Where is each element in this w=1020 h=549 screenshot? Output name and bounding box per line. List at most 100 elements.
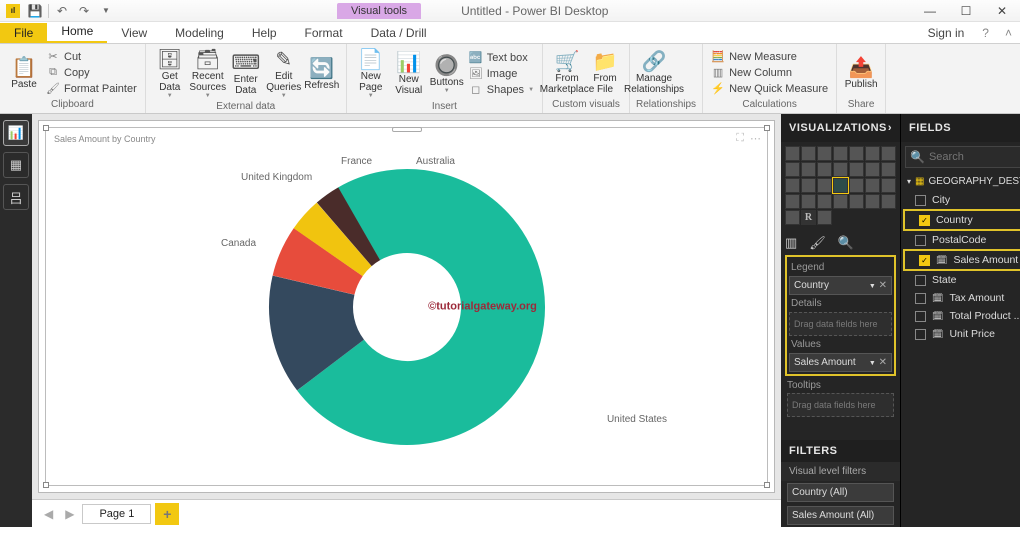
fields-header[interactable]: FIELDS› (901, 114, 1020, 142)
ribbon-group-relationships: 🔗ManageRelationships Relationships (630, 44, 703, 113)
chevron-right-icon[interactable]: › (888, 122, 892, 134)
undo-icon[interactable]: ↶ (51, 1, 73, 21)
filter-sales-amount[interactable]: Sales Amount (All) (787, 506, 894, 525)
slice-label-ca: Canada (221, 238, 256, 249)
publish-button[interactable]: 📤Publish (843, 54, 879, 92)
help-tab[interactable]: Help (238, 23, 291, 43)
ribbon-group-insert: 📄NewPage▼ 📊NewVisual 🔘Buttons▼ 🔤Text box… (347, 44, 543, 113)
page-prev-icon[interactable]: ◀ (40, 507, 57, 521)
page-tab-1[interactable]: Page 1 (82, 504, 151, 524)
tooltips-well-label: Tooltips (787, 380, 894, 391)
remove-field-icon[interactable]: ✕ (879, 357, 887, 368)
ribbon-group-label: External data (152, 101, 340, 113)
qat-dropdown-icon[interactable]: ▼ (95, 1, 117, 21)
format-tab-icon[interactable]: 🖌 (809, 235, 826, 251)
new-column-button[interactable]: ▥New Column (709, 65, 830, 80)
fields-tab-icon[interactable]: ▥ (785, 235, 797, 251)
visualization-tool-tabs: ▥ 🖌 🔍 (781, 229, 900, 253)
ribbon-group-external-data: 🗄GetData▼ 🗃RecentSources▼ ⌨EnterData ✎Ed… (146, 44, 347, 113)
slice-label-uk: United Kingdom (241, 172, 312, 183)
data-view-button[interactable]: ▦ (3, 152, 29, 178)
table-header[interactable]: ▾ ▦ GEOGRAPHY_DESTI... (901, 172, 1020, 191)
ribbon-group-share: 📤Publish Share (837, 44, 886, 113)
visualizations-header[interactable]: VISUALIZATIONS› (781, 114, 900, 142)
textbox-button[interactable]: 🔤Text box (467, 50, 536, 65)
shapes-button[interactable]: ◻Shapes▼ (467, 82, 536, 97)
add-page-button[interactable]: + (155, 503, 179, 525)
new-quick-measure-button[interactable]: ⚡New Quick Measure (709, 81, 830, 96)
help-icon[interactable]: ? (974, 23, 997, 43)
ribbon-group-label: Calculations (709, 99, 830, 111)
visualization-gallery[interactable]: R (781, 142, 900, 229)
field-total-product[interactable]: 🗓Total Product ... (901, 307, 1020, 325)
r-visual-gallery-icon[interactable]: R (801, 210, 816, 225)
new-measure-button[interactable]: 🧮New Measure (709, 49, 830, 64)
new-visual-button[interactable]: 📊NewVisual (391, 49, 427, 98)
ribbon-tabs: File Home View Modeling Help Format Data… (0, 22, 1020, 44)
field-sales-amount[interactable]: ✓🗓Sales Amount (903, 249, 1020, 271)
filter-country[interactable]: Country (All) (787, 483, 894, 502)
details-well-dropzone[interactable]: Drag data fields here (789, 312, 892, 336)
from-marketplace-button[interactable]: 🛒FromMarketplace (549, 48, 585, 97)
signin-link[interactable]: Sign in (918, 23, 975, 43)
tooltips-well-dropzone[interactable]: Drag data fields here (787, 393, 894, 417)
datadrill-tab[interactable]: Data / Drill (357, 23, 441, 43)
from-file-button[interactable]: 📁FromFile (587, 48, 623, 97)
redo-icon[interactable]: ↷ (73, 1, 95, 21)
home-tab[interactable]: Home (47, 21, 107, 43)
visualizations-pane: VISUALIZATIONS› R ▥ 🖌 🔍 Legend Country▼ … (781, 114, 901, 527)
view-tab[interactable]: View (107, 23, 161, 43)
analytics-tab-icon[interactable]: 🔍 (838, 235, 854, 251)
edit-queries-button[interactable]: ✎EditQueries▼ (266, 46, 302, 101)
minimize-button[interactable]: — (912, 0, 948, 22)
paste-button[interactable]: 📋Paste (6, 54, 42, 92)
field-postalcode[interactable]: PostalCode (901, 231, 1020, 249)
ribbon-group-label: Relationships (636, 99, 696, 111)
donut-chart-visual[interactable]: Sales Amount by Country ⛶ ⋯ (45, 127, 768, 486)
get-data-button[interactable]: 🗄GetData▼ (152, 46, 188, 101)
collapse-ribbon-icon[interactable]: ˄ (997, 23, 1020, 43)
slice-label-fr: France (341, 156, 372, 167)
ribbon: 📋Paste ✂Cut ⧉Copy 🖌Format Painter Clipbo… (0, 44, 1020, 114)
canvas-wrap: Sales Amount by Country ⛶ ⋯ (32, 114, 781, 527)
new-page-button[interactable]: 📄NewPage▼ (353, 46, 389, 101)
ribbon-group-custom-visuals: 🛒FromMarketplace 📁FromFile Custom visual… (543, 44, 630, 113)
details-well-label: Details (789, 295, 892, 312)
field-city[interactable]: City (901, 191, 1020, 209)
fields-pane: FIELDS› 🔍 ▾ ▦ GEOGRAPHY_DESTI... City ✓C… (901, 114, 1020, 527)
app-logo-icon: ıl (6, 4, 20, 18)
model-view-button[interactable]: 吕 (3, 184, 29, 210)
recent-sources-button[interactable]: 🗃RecentSources▼ (190, 46, 226, 101)
cut-button[interactable]: ✂Cut (44, 49, 139, 64)
enter-data-button[interactable]: ⌨EnterData (228, 49, 264, 98)
fields-search-input[interactable] (929, 151, 1009, 163)
save-icon[interactable]: 💾 (24, 1, 46, 21)
ribbon-group-clipboard: 📋Paste ✂Cut ⧉Copy 🖌Format Painter Clipbo… (0, 44, 146, 113)
legend-well-value[interactable]: Country▼ ✕ (789, 276, 892, 295)
document-title: Untitled - Power BI Desktop (461, 4, 608, 18)
format-tab[interactable]: Format (291, 23, 357, 43)
format-painter-button[interactable]: 🖌Format Painter (44, 81, 139, 96)
close-button[interactable]: ✕ (984, 0, 1020, 22)
report-canvas[interactable]: Sales Amount by Country ⛶ ⋯ (38, 120, 775, 493)
page-next-icon[interactable]: ▶ (61, 507, 78, 521)
field-state[interactable]: State (901, 271, 1020, 289)
copy-button[interactable]: ⧉Copy (44, 65, 139, 80)
filters-header[interactable]: FILTERS (781, 440, 900, 462)
field-tax-amount[interactable]: 🗓Tax Amount (901, 289, 1020, 307)
manage-relationships-button[interactable]: 🔗ManageRelationships (636, 48, 672, 97)
field-unit-price[interactable]: 🗓Unit Price (901, 325, 1020, 343)
remove-field-icon[interactable]: ✕ (879, 280, 887, 291)
modeling-tab[interactable]: Modeling (161, 23, 238, 43)
values-well-value[interactable]: Sales Amount▼ ✕ (789, 353, 892, 372)
report-view-button[interactable]: 📊 (3, 120, 29, 146)
image-button[interactable]: 🖼Image (467, 66, 536, 81)
expand-table-icon[interactable]: ▾ (907, 177, 911, 186)
refresh-button[interactable]: 🔄Refresh (304, 55, 340, 93)
file-tab[interactable]: File (0, 23, 47, 43)
donut-chart-gallery-icon[interactable] (833, 178, 848, 193)
fields-search[interactable]: 🔍 (905, 146, 1020, 168)
maximize-button[interactable]: ☐ (948, 0, 984, 22)
buttons-button[interactable]: 🔘Buttons▼ (429, 52, 465, 96)
field-country[interactable]: ✓Country (903, 209, 1020, 231)
